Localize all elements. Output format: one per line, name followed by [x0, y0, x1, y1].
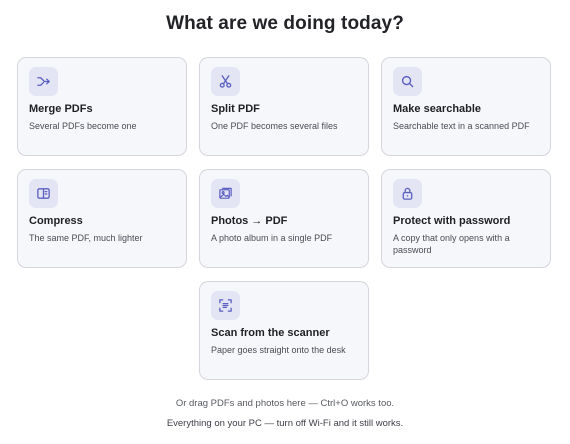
protect-with-password-card[interactable]: Protect with password A copy that only o…	[381, 169, 551, 268]
photos-to-pdf-card[interactable]: Photos → PDF A photo album in a single P…	[199, 169, 369, 268]
page-title: What are we doing today?	[166, 13, 404, 34]
scan-icon	[211, 291, 240, 320]
tool-label: Scan from the scanner	[211, 327, 330, 339]
tool-label: Make searchable	[393, 103, 482, 115]
privacy-note: Everything on your PC — turn off Wi-Fi a…	[166, 418, 404, 429]
tool-description: Several PDFs become one	[29, 121, 137, 131]
scan-from-scanner-card[interactable]: Scan from the scanner Paper goes straigh…	[199, 281, 369, 380]
tool-description: A photo album in a single PDF	[211, 233, 333, 243]
make-searchable-card[interactable]: Make searchable Searchable text in a sca…	[381, 57, 551, 156]
drag-drop-hint: Or drag PDFs and photos here — Ctrl+O wo…	[175, 398, 395, 409]
merge-icon	[29, 67, 58, 96]
tool-label: Photos → PDF	[211, 215, 288, 227]
tool-description: A copy that only opens with a password	[393, 233, 510, 255]
tool-description: Paper goes straight onto the desk	[211, 345, 346, 355]
tool-label: Split PDF	[211, 103, 260, 115]
lock-icon	[393, 179, 422, 208]
split-pdf-card[interactable]: Split PDF One PDF becomes several files	[199, 57, 369, 156]
photo-album-icon	[211, 179, 240, 208]
merge-pdfs-card[interactable]: Merge PDFs Several PDFs become one	[17, 57, 187, 156]
scissors-icon	[211, 67, 240, 96]
tool-description: The same PDF, much lighter	[29, 233, 143, 243]
tool-description: One PDF becomes several files	[211, 121, 338, 131]
compress-card[interactable]: Compress The same PDF, much lighter	[17, 169, 187, 268]
search-icon	[393, 67, 422, 96]
compress-icon	[29, 179, 58, 208]
tool-description: Searchable text in a scanned PDF	[393, 121, 530, 131]
tool-label: Compress	[29, 215, 83, 227]
tool-label: Protect with password	[393, 215, 511, 227]
tool-label: Merge PDFs	[29, 103, 93, 115]
